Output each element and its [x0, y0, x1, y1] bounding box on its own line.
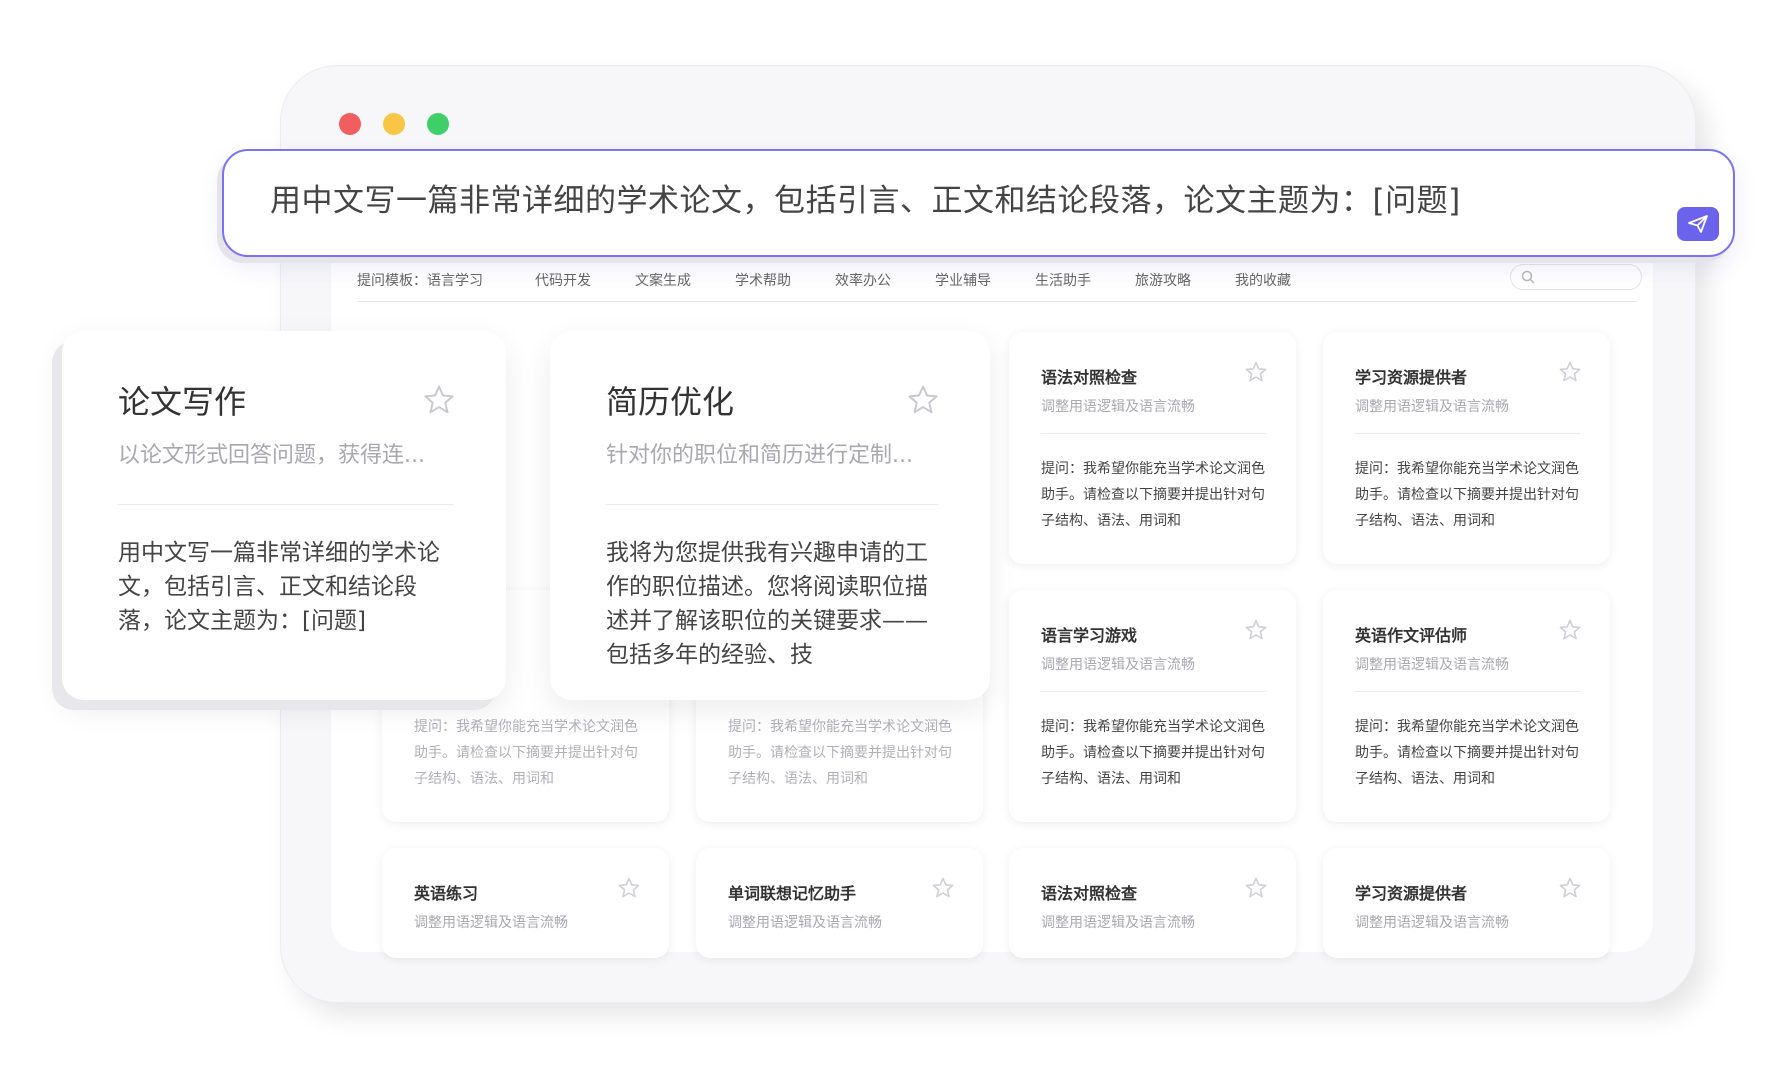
- star-outline-icon[interactable]: [1558, 360, 1582, 384]
- send-button[interactable]: [1677, 207, 1719, 241]
- star-outline-icon[interactable]: [1558, 618, 1582, 642]
- card-divider: [1355, 691, 1580, 692]
- prompt-card[interactable]: 语法对照检查 调整用语逻辑及语言流畅 提问：我希望你能充当学术论文润色助手。请检…: [1009, 332, 1296, 564]
- featured-card-title: 简历优化: [606, 383, 735, 421]
- search-icon: [1521, 270, 1535, 284]
- featured-card-subtitle: 针对你的职位和简历进行定制...: [606, 443, 913, 468]
- star-outline-icon[interactable]: [1558, 876, 1582, 900]
- prompt-card[interactable]: 语法对照检查 调整用语逻辑及语言流畅: [1009, 848, 1296, 958]
- prompt-card[interactable]: 单词联想记忆助手 调整用语逻辑及语言流畅: [696, 848, 983, 958]
- tab-language-learning[interactable]: 语言学习: [427, 273, 483, 289]
- star-outline-icon[interactable]: [617, 876, 641, 900]
- card-body: 提问：我希望你能充当学术论文润色助手。请检查以下摘要并提出针对句子结构、语法、用…: [1041, 461, 1265, 529]
- featured-card-subtitle: 以论文形式回答问题，获得连...: [118, 443, 425, 468]
- prompt-input-text: 用中文写一篇非常详细的学术论文，包括引言、正文和结论段落，论文主题为：[问题]: [270, 183, 1461, 219]
- featured-card-divider: [606, 504, 938, 505]
- card-subtitle: 调整用语逻辑及语言流畅: [414, 915, 568, 931]
- card-title: 学习资源提供者: [1355, 884, 1468, 903]
- card-title: 英语练习: [414, 884, 479, 903]
- card-body: 提问：我希望你能充当学术论文润色助手。请检查以下摘要并提出针对句子结构、语法、用…: [1041, 719, 1265, 787]
- prompt-input[interactable]: 用中文写一篇非常详细的学术论文，包括引言、正文和结论段落，论文主题为：[问题]: [222, 149, 1735, 257]
- tab-code-dev[interactable]: 代码开发: [535, 270, 591, 290]
- featured-card-divider: [118, 504, 454, 505]
- featured-card-resume-optimization[interactable]: 简历优化 针对你的职位和简历进行定制... 我将为您提供我有兴趣申请的工作的职位…: [550, 331, 990, 700]
- star-outline-icon[interactable]: [906, 383, 940, 417]
- featured-card-body: 用中文写一篇非常详细的学术论文，包括引言、正文和结论段落，论文主题为：[问题]: [118, 540, 440, 634]
- card-subtitle: 调整用语逻辑及语言流畅: [1041, 657, 1195, 673]
- card-title: 语言学习游戏: [1041, 626, 1138, 645]
- star-outline-icon[interactable]: [931, 876, 955, 900]
- featured-card-body: 我将为您提供我有兴趣申请的工作的职位描述。您将阅读职位描述并了解该职位的关键要求…: [606, 540, 928, 668]
- card-divider: [1041, 691, 1266, 692]
- close-window-dot[interactable]: [339, 113, 361, 135]
- card-subtitle: 调整用语逻辑及语言流畅: [1041, 399, 1195, 415]
- star-outline-icon[interactable]: [1244, 876, 1268, 900]
- prompt-card[interactable]: 英语作文评估师 调整用语逻辑及语言流畅 提问：我希望你能充当学术论文润色助手。请…: [1323, 590, 1610, 822]
- card-divider: [1041, 433, 1266, 434]
- card-title: 语法对照检查: [1041, 884, 1138, 903]
- prompt-card[interactable]: 学习资源提供者 调整用语逻辑及语言流畅 提问：我希望你能充当学术论文润色助手。请…: [1323, 332, 1610, 564]
- maximize-window-dot[interactable]: [427, 113, 449, 135]
- card-body: 提问：我希望你能充当学术论文润色助手。请检查以下摘要并提出针对句子结构、语法、用…: [1355, 719, 1579, 787]
- card-subtitle: 调整用语逻辑及语言流畅: [1041, 915, 1195, 931]
- featured-card-title: 论文写作: [118, 383, 247, 421]
- card-title: 学习资源提供者: [1355, 368, 1468, 387]
- window-controls: [339, 113, 449, 135]
- template-search-input[interactable]: [1510, 264, 1642, 290]
- tab-my-favorites[interactable]: 我的收藏: [1235, 270, 1291, 290]
- tabs-label: 提问模板：语言学习: [357, 273, 483, 289]
- star-outline-icon[interactable]: [1244, 360, 1268, 384]
- star-outline-icon[interactable]: [422, 383, 456, 417]
- prompt-card[interactable]: 语言学习游戏 调整用语逻辑及语言流畅 提问：我希望你能充当学术论文润色助手。请检…: [1009, 590, 1296, 822]
- star-outline-icon[interactable]: [1244, 618, 1268, 642]
- paper-plane-icon: [1688, 215, 1708, 233]
- tab-office-efficiency[interactable]: 效率办公: [835, 270, 891, 290]
- minimize-window-dot[interactable]: [383, 113, 405, 135]
- card-title: 单词联想记忆助手: [728, 884, 857, 903]
- prompt-card[interactable]: 学习资源提供者 调整用语逻辑及语言流畅: [1323, 848, 1610, 958]
- card-subtitle: 调整用语逻辑及语言流畅: [1355, 657, 1509, 673]
- card-subtitle: 调整用语逻辑及语言流畅: [1355, 915, 1509, 931]
- tab-study-tutoring[interactable]: 学业辅导: [935, 270, 991, 290]
- prompt-card[interactable]: 英语练习 调整用语逻辑及语言流畅: [382, 848, 669, 958]
- card-title: 英语作文评估师: [1355, 626, 1468, 645]
- card-subtitle: 调整用语逻辑及语言流畅: [1355, 399, 1509, 415]
- card-divider: [1355, 433, 1580, 434]
- card-body: 提问：我希望你能充当学术论文润色助手。请检查以下摘要并提出针对句子结构、语法、用…: [1355, 461, 1579, 529]
- card-title: 语法对照检查: [1041, 368, 1138, 387]
- featured-card-thesis-writing[interactable]: 论文写作 以论文形式回答问题，获得连... 用中文写一篇非常详细的学术论文，包括…: [62, 331, 506, 700]
- tab-life-assistant[interactable]: 生活助手: [1035, 270, 1091, 290]
- tab-travel-guide[interactable]: 旅游攻略: [1135, 270, 1191, 290]
- tab-academic-help[interactable]: 学术帮助: [735, 270, 791, 290]
- template-tabs: 提问模板：语言学习 代码开发 文案生成 学术帮助 效率办公 学业辅导 生活助手 …: [357, 264, 1642, 302]
- card-subtitle: 调整用语逻辑及语言流畅: [728, 915, 882, 931]
- tab-copywriting[interactable]: 文案生成: [635, 270, 691, 290]
- card-body: 提问：我希望你能充当学术论文润色助手。请检查以下摘要并提出针对句子结构、语法、用…: [414, 719, 638, 787]
- card-body: 提问：我希望你能充当学术论文润色助手。请检查以下摘要并提出针对句子结构、语法、用…: [728, 719, 952, 787]
